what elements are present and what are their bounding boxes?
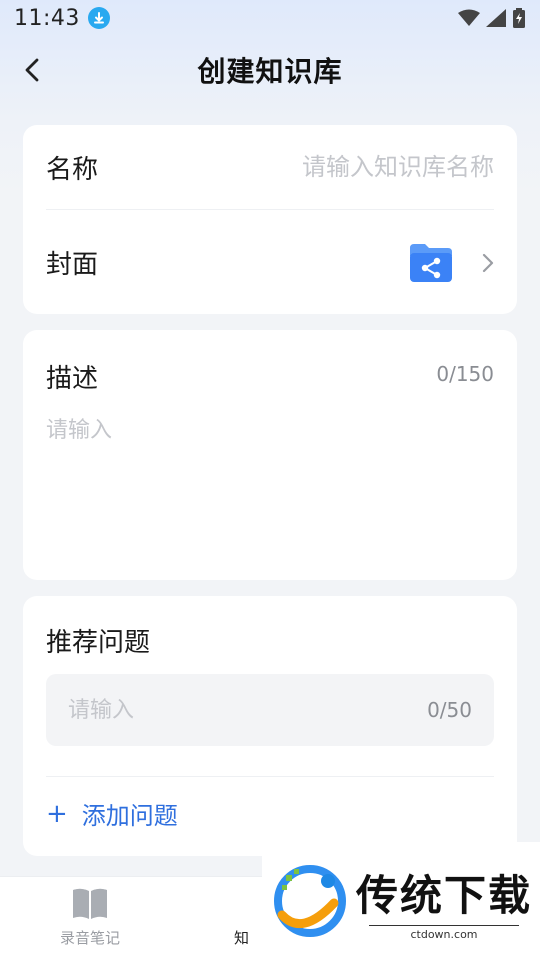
cover-row[interactable]: 封面 (46, 211, 494, 314)
tab-recording-notes[interactable]: 录音笔记 (50, 887, 130, 948)
status-icons (458, 8, 526, 28)
tab-label: 知 (234, 929, 250, 947)
status-bar: 11:43 (0, 0, 540, 36)
cover-label: 封面 (46, 250, 99, 280)
wifi-icon (458, 9, 480, 26)
cover-selector[interactable] (408, 242, 494, 284)
watermark-title: 传统下载 (356, 870, 533, 920)
question-field: 0/50 (46, 674, 494, 746)
battery-icon (513, 8, 525, 28)
description-label: 描述 (46, 364, 99, 394)
nav-bar: 创建知识库 (0, 40, 540, 100)
watermark-logo-icon (274, 865, 346, 937)
basic-info-card: 名称 封面 (23, 125, 517, 314)
watermark-url: ctdown.com (369, 924, 519, 941)
name-row: 名称 (46, 125, 494, 210)
tab-label: 录音笔记 (59, 929, 120, 947)
recommended-questions-card: 推荐问题 0/50 + 添加问题 (23, 596, 517, 856)
page-title: 创建知识库 (197, 55, 343, 88)
description-input[interactable] (46, 412, 494, 552)
signal-icon (486, 9, 506, 27)
description-card: 描述 0/150 (23, 330, 517, 580)
divider (46, 776, 494, 777)
recommended-questions-label: 推荐问题 (46, 628, 151, 658)
status-time: 11:43 (14, 5, 80, 31)
watermark-text: 传统下载 ctdown.com (356, 862, 532, 941)
description-counter: 0/150 (436, 362, 494, 386)
back-button[interactable] (16, 54, 48, 86)
question-counter: 0/50 (427, 698, 472, 722)
watermark-overlay: 传统下载 ctdown.com (262, 842, 540, 960)
name-input[interactable] (234, 153, 494, 181)
plus-icon: + (46, 798, 68, 829)
book-icon (73, 888, 107, 919)
add-question-button[interactable]: + 添加问题 (46, 796, 178, 831)
add-question-label: 添加问题 (81, 802, 178, 830)
download-icon (87, 7, 110, 29)
folder-share-icon (410, 243, 452, 282)
chevron-left-icon (25, 58, 39, 82)
name-label: 名称 (46, 154, 99, 185)
chevron-right-icon (482, 253, 494, 272)
question-input[interactable] (68, 697, 428, 723)
